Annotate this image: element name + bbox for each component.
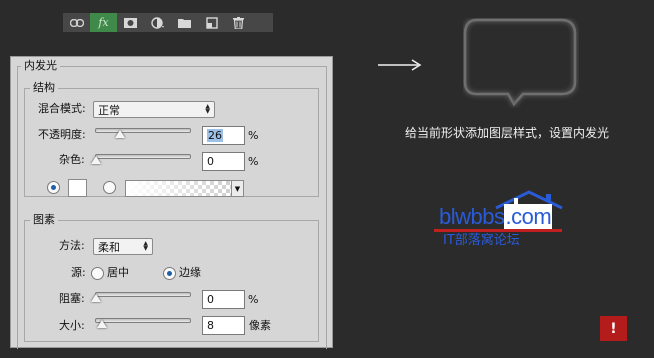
logo-text-com: .com [504,204,553,229]
logo-underline [434,229,562,232]
structure-title: 结构 [30,82,58,94]
speech-bubble-shape [463,18,577,108]
layers-toolbar: fx [63,13,273,32]
noise-label: 杂色: [59,153,85,166]
new-layer-icon[interactable] [198,13,225,32]
badge-text: ! [610,320,617,337]
size-input[interactable]: 8 [202,316,245,335]
method-value: 柔和 [98,240,120,254]
site-logo: blwbbs.com IT部落窝论坛 [432,190,567,250]
arrow-right-icon [378,59,422,71]
inner-glow-title: 内发光 [21,60,60,72]
noise-unit: % [248,155,259,168]
method-select[interactable]: 柔和 ▲ ▼ [93,238,153,255]
corner-badge: ! [600,316,627,341]
gradient-picker[interactable] [125,180,232,197]
fx-label: fx [98,16,109,29]
choke-slider-thumb[interactable] [91,294,101,302]
inner-glow-panel: 内发光 结构 混合模式: 正常 ▲ ▼ 不透明度: 26 % 杂色: 0 % ▼ … [10,56,333,349]
elements-title: 图素 [30,214,58,226]
folder-icon[interactable] [171,13,198,32]
logo-subtitle: IT部落窝论坛 [443,233,520,248]
solid-color-radio[interactable] [47,181,60,194]
noise-slider-thumb[interactable] [91,156,101,164]
noise-slider[interactable] [95,154,191,159]
select-arrows-icon: ▲ ▼ [143,240,148,252]
adjustment-layer-icon[interactable] [144,13,171,32]
opacity-label: 不透明度: [38,128,86,141]
logo-text: blwbbs.com [439,204,553,229]
source-center-radio[interactable] [91,267,104,280]
size-value: 8 [207,319,214,332]
source-edge-radio[interactable] [163,267,176,280]
fx-icon[interactable]: fx [90,13,117,32]
opacity-unit: % [248,129,259,142]
source-center-label: 居中 [107,266,129,279]
gradient-radio[interactable] [103,181,116,194]
choke-value: 0 [207,293,214,306]
choke-slider[interactable] [95,292,191,297]
mask-icon[interactable] [117,13,144,32]
opacity-slider-thumb[interactable] [115,130,125,138]
noise-input[interactable]: 0 [202,152,245,171]
opacity-slider[interactable] [95,128,191,133]
chevron-down-icon: ▼ [234,184,241,193]
blend-mode-select[interactable]: 正常 ▲ ▼ [93,101,215,118]
opacity-input[interactable]: 26 [202,126,245,145]
trash-icon[interactable] [225,13,252,32]
size-slider-thumb[interactable] [97,320,107,328]
size-unit: 像素 [249,319,271,332]
choke-unit: % [248,293,259,306]
size-label: 大小: [59,319,85,332]
caption-text: 给当前形状添加图层样式，设置内发光 [405,126,610,140]
source-label: 源: [71,266,86,279]
size-slider[interactable] [95,318,191,323]
choke-input[interactable]: 0 [202,290,245,309]
blend-mode-label: 混合模式: [38,102,86,115]
select-arrows-icon: ▲ ▼ [205,103,210,115]
opacity-value: 26 [207,129,223,142]
noise-value: 0 [207,155,214,168]
method-label: 方法: [59,239,85,252]
link-icon[interactable] [63,13,90,32]
source-edge-label: 边缘 [179,266,201,279]
glow-color-swatch[interactable] [68,179,87,197]
logo-text-main: blwbbs [439,204,505,229]
blend-mode-value: 正常 [98,103,120,117]
gradient-dropdown[interactable]: ▼ [231,180,244,197]
choke-label: 阻塞: [59,292,85,305]
